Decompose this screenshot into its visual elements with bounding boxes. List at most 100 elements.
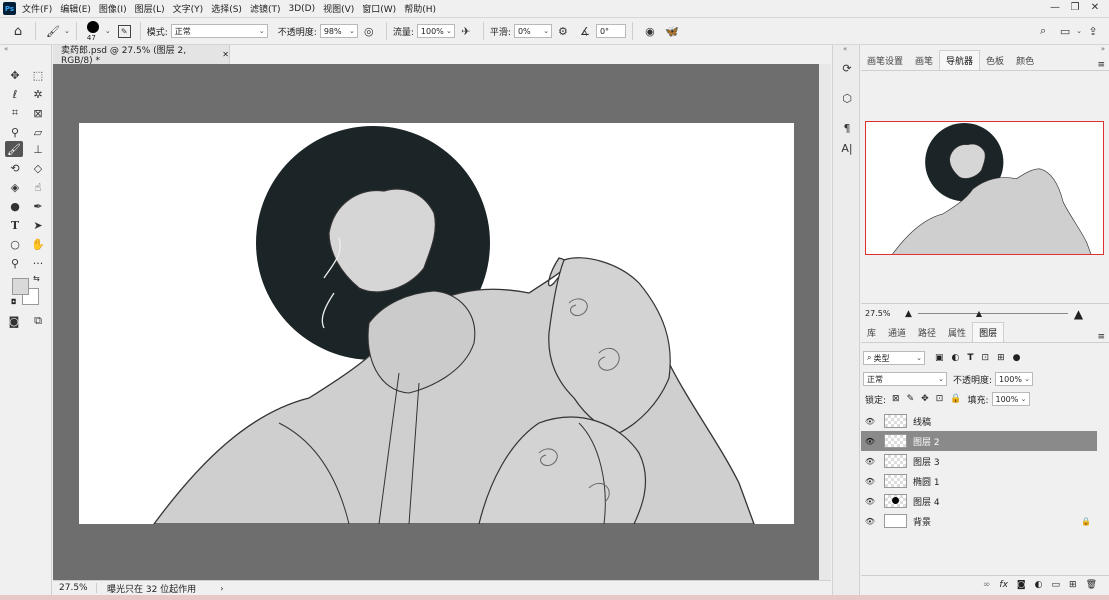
history-brush-tool-icon[interactable]: ⟲ <box>6 160 24 176</box>
lock-all-icon[interactable]: 🔒 <box>950 394 961 404</box>
status-zoom[interactable]: 27.5% <box>53 583 97 593</box>
hand-tool-icon[interactable]: ✋ <box>29 236 47 252</box>
layer-row[interactable]: 👁 背景 🔒 <box>861 511 1097 531</box>
path-selection-tool-icon[interactable]: ➤ <box>29 217 47 233</box>
panel-menu-icon[interactable]: ≡ <box>1097 60 1105 70</box>
eyedropper-tool-icon[interactable]: ⚲ <box>6 124 24 140</box>
navigator-zoom[interactable]: 27.5% <box>861 309 905 318</box>
menu-image[interactable]: 图像(I) <box>99 2 127 15</box>
menu-type[interactable]: 文字(Y) <box>173 2 204 15</box>
collapse-icon[interactable]: « <box>4 45 8 53</box>
delete-layer-icon[interactable]: 🗑 <box>1086 580 1097 590</box>
menu-layer[interactable]: 图层(L) <box>135 2 165 15</box>
crop-tool-icon[interactable]: ⌗ <box>6 105 24 121</box>
menu-window[interactable]: 窗口(W) <box>362 2 396 15</box>
layer-row[interactable]: 👁 图层 3 <box>861 451 1097 471</box>
share-icon[interactable]: ⇪ <box>1085 23 1101 39</box>
link-layers-icon[interactable]: ∞ <box>983 580 991 590</box>
layer-row-selected[interactable]: 👁 图层 2 <box>861 431 1097 451</box>
chevron-right-icon[interactable]: › <box>220 584 223 593</box>
workspace-icon[interactable]: ▭ <box>1057 23 1073 39</box>
restore-icon[interactable]: ❐ <box>1065 0 1085 15</box>
layer-opacity-input[interactable]: 100% ⌄ <box>995 372 1034 386</box>
layer-row[interactable]: 👁 线稿 <box>861 411 1097 431</box>
new-group-icon[interactable]: ▭ <box>1052 580 1061 590</box>
layer-row[interactable]: 👁 椭圆 1 <box>861 471 1097 491</box>
mode-select[interactable]: 正常 ⌄ <box>170 24 268 38</box>
collapse-icon[interactable]: « <box>843 45 847 53</box>
zoom-tool-icon[interactable]: ⚲ <box>6 255 24 271</box>
tab-swatches[interactable]: 色板 <box>980 51 1010 70</box>
close-tab-icon[interactable]: ✕ <box>222 50 229 59</box>
smudge-tool-icon[interactable]: ☝ <box>29 179 47 195</box>
zoom-slider-thumb[interactable]: ▲ <box>976 309 982 318</box>
tab-properties[interactable]: 属性 <box>942 323 972 342</box>
zoom-out-icon[interactable]: ▲ <box>905 309 912 319</box>
magic-wand-tool-icon[interactable]: ✲ <box>29 86 47 102</box>
new-layer-icon[interactable]: ⊞ <box>1069 580 1077 590</box>
clone-stamp-tool-icon[interactable]: ⊥ <box>29 141 47 157</box>
symmetry-icon[interactable]: 🦋 <box>664 23 680 39</box>
fx-icon[interactable]: fx <box>999 580 1008 590</box>
filter-smart-object-icon[interactable]: ⊞ <box>997 353 1005 363</box>
pressure-size-icon[interactable]: ◉ <box>642 23 658 39</box>
brush-preset-picker[interactable]: 47 <box>83 19 105 43</box>
brush-settings-icon[interactable]: ✎ <box>117 24 131 38</box>
menu-select[interactable]: 选择(S) <box>211 2 242 15</box>
menu-view[interactable]: 视图(V) <box>323 2 354 15</box>
history-panel-icon[interactable]: ⟳ <box>838 59 856 77</box>
lock-position-icon[interactable]: ✥ <box>921 394 929 404</box>
screen-mode-icon[interactable]: ⧉ <box>29 313 47 329</box>
navigator-preview[interactable] <box>865 121 1104 255</box>
lock-pixels-icon[interactable]: ✎ <box>907 394 915 404</box>
lock-transparent-icon[interactable]: ⊠ <box>892 394 900 404</box>
marquee-tool-icon[interactable]: ⬚ <box>29 67 47 83</box>
zoom-in-icon[interactable]: ▲ <box>1074 307 1083 321</box>
move-tool-icon[interactable]: ✥ <box>6 67 24 83</box>
add-mask-icon[interactable]: ◙ <box>1017 580 1026 590</box>
chevron-down-icon[interactable]: ⌄ <box>64 27 70 35</box>
artboard[interactable] <box>79 123 794 524</box>
menu-file[interactable]: 文件(F) <box>22 2 52 15</box>
3d-panel-icon[interactable]: ⬡ <box>838 89 856 107</box>
layer-filter-select[interactable]: ⌕ 类型 ⌄ <box>863 351 925 365</box>
layer-row[interactable]: 👁 图层 4 <box>861 491 1097 511</box>
vertical-scrollbar[interactable] <box>819 64 831 580</box>
visibility-eye-icon[interactable]: 👁 <box>861 497 879 506</box>
panel-menu-icon[interactable]: ≡ <box>1097 332 1105 342</box>
blend-mode-select[interactable]: 正常 ⌄ <box>863 372 947 386</box>
filter-pixel-icon[interactable]: ▣ <box>935 353 944 363</box>
gear-icon[interactable]: ⚙ <box>555 23 571 39</box>
filter-shape-icon[interactable]: ⊡ <box>982 353 990 363</box>
minimize-icon[interactable]: — <box>1045 0 1065 15</box>
lasso-tool-icon[interactable]: ℓ <box>6 86 24 102</box>
airbrush-icon[interactable]: ✈ <box>458 23 474 39</box>
adjustment-layer-icon[interactable]: ◐ <box>1035 580 1043 590</box>
lock-artboard-icon[interactable]: ⊡ <box>936 394 944 404</box>
tab-color[interactable]: 颜色 <box>1010 51 1040 70</box>
collapse-icon[interactable]: » <box>1101 45 1105 53</box>
pen-tool-icon[interactable]: ✒ <box>29 198 47 214</box>
tab-paths[interactable]: 路径 <box>912 323 942 342</box>
filter-adjustment-icon[interactable]: ◐ <box>952 353 960 363</box>
type-tool-icon[interactable]: T <box>6 217 24 233</box>
ellipse-tool-icon[interactable]: ○ <box>6 236 24 252</box>
chevron-down-icon[interactable]: ⌄ <box>1076 27 1082 35</box>
visibility-eye-icon[interactable]: 👁 <box>861 437 879 446</box>
tab-libraries[interactable]: 库 <box>861 323 882 342</box>
brush-tool-icon[interactable]: 🖌 <box>45 23 61 39</box>
chevron-down-icon[interactable]: ⌄ <box>105 27 111 35</box>
visibility-eye-icon[interactable]: 👁 <box>861 417 879 426</box>
filter-type-icon[interactable]: T <box>967 353 973 363</box>
tab-brushes[interactable]: 画笔 <box>909 51 939 70</box>
zoom-slider[interactable]: ▲ <box>917 309 1068 318</box>
menu-3d[interactable]: 3D(D) <box>288 4 315 14</box>
more-tools-icon[interactable]: ··· <box>29 255 47 271</box>
eraser-tool-icon[interactable]: ◇ <box>29 160 47 176</box>
tab-brush-settings[interactable]: 画笔设置 <box>861 51 909 70</box>
filter-toggle-icon[interactable]: ● <box>1013 353 1021 363</box>
default-colors-icon[interactable]: ◘ <box>11 298 17 306</box>
smoothing-input[interactable]: 0% ⌄ <box>513 24 552 38</box>
visibility-eye-icon[interactable]: 👁 <box>861 457 879 466</box>
pressure-opacity-icon[interactable]: ◎ <box>361 23 377 39</box>
